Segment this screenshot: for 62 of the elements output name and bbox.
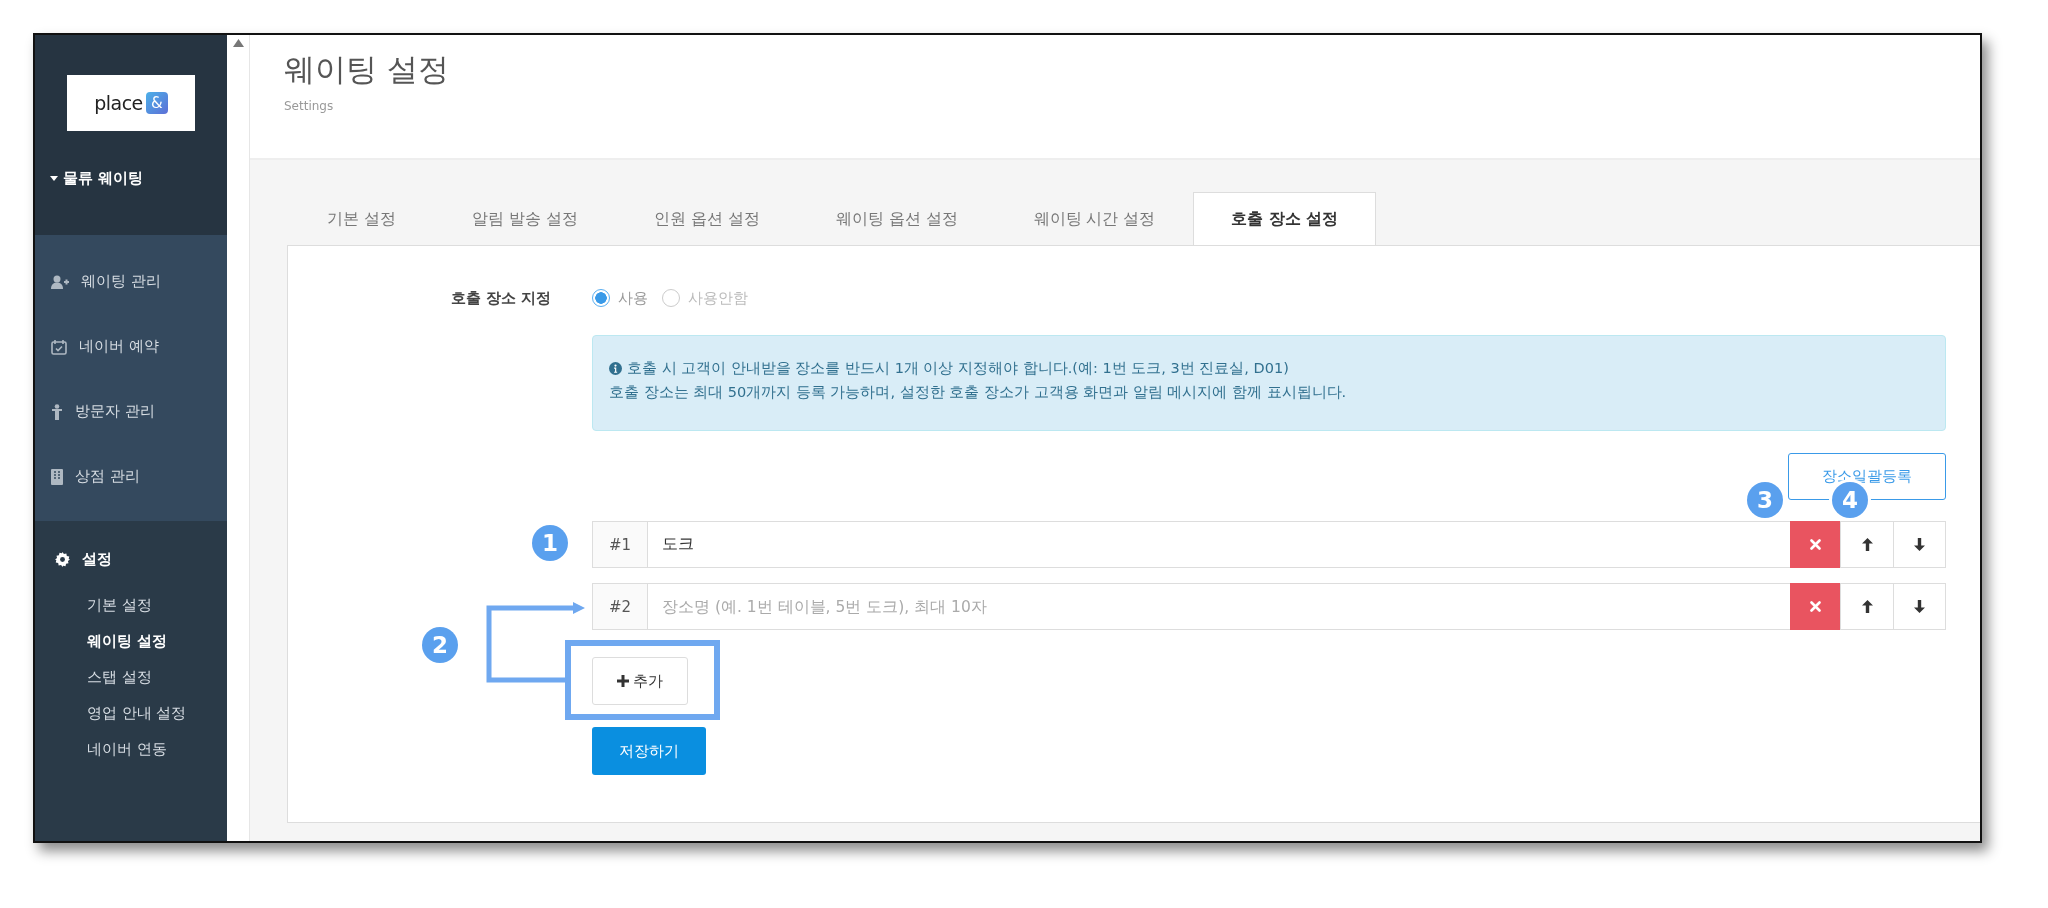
submenu-item[interactable]: 웨이팅 설정 [35, 632, 227, 651]
radio-label: 사용안함 [688, 288, 748, 308]
caret-icon [50, 176, 58, 181]
info-icon [609, 362, 622, 375]
step-badge: 4 [1832, 482, 1868, 518]
move-up-button[interactable] [1840, 583, 1893, 630]
plus-icon [617, 675, 629, 687]
tab[interactable]: 알림 발송 설정 [433, 192, 616, 245]
submenu-item[interactable]: 네이버 연동 [35, 740, 227, 759]
tab[interactable]: 웨이팅 옵션 설정 [797, 192, 996, 245]
arrow-down-icon [1914, 600, 1925, 613]
info-text: 호출 장소는 최대 50개까지 등록 가능하며, 설정한 호출 장소가 고객용 화면과 알림 메시지에 함께 표시됩니다. [609, 383, 1347, 402]
item-label: 네이버 예약 [79, 337, 159, 356]
page-title: 웨이팅 설정 [284, 50, 450, 89]
item-label: 설정 [82, 549, 112, 569]
close-icon [1809, 601, 1821, 612]
field-label: 호출 장소 지정 [449, 288, 551, 309]
item-label: 방문자 관리 [75, 402, 155, 421]
close-icon [1809, 539, 1821, 550]
move-down-button[interactable] [1893, 521, 1946, 568]
scroll-up-icon[interactable] [232, 39, 244, 47]
place-name-field[interactable]: 도크 [648, 521, 1790, 568]
person-icon [51, 403, 63, 420]
sidebar-item[interactable]: 방문자 관리 [35, 379, 227, 444]
move-down-button[interactable] [1893, 583, 1946, 630]
tab[interactable]: 인원 옵션 설정 [615, 192, 798, 245]
building-icon [51, 468, 63, 485]
radio-button[interactable] [592, 289, 610, 307]
step-badge: 1 [532, 525, 568, 561]
logo-mark: & [145, 92, 168, 114]
step-badge: 3 [1747, 482, 1783, 518]
move-up-button[interactable] [1840, 521, 1893, 568]
place-name-field[interactable]: 장소명 (예. 1번 테이블, 5번 도크), 최대 10자 [648, 583, 1790, 630]
gear-icon [55, 551, 70, 567]
info-text: 호출 시 고객이 안내받을 장소를 반드시 1개 이상 지정해야 합니다.(예: 1번 도크, 3번 진료실, D01) [627, 359, 1289, 378]
logo-text: place [94, 92, 143, 114]
submenu-item[interactable]: 영업 안내 설정 [35, 704, 227, 723]
radio-label: 사용 [618, 288, 648, 308]
sidebar-item[interactable]: 네이버 예약 [35, 314, 227, 379]
item-label: 상점 관리 [75, 467, 140, 486]
submenu-item[interactable]: 스탭 설정 [35, 668, 227, 687]
add-button[interactable]: 추가 [592, 657, 688, 705]
arrow-down-icon [1914, 538, 1925, 551]
delete-button[interactable] [1790, 583, 1840, 630]
sidebar-item[interactable]: 웨이팅 관리 [35, 249, 227, 314]
tab[interactable]: 웨이팅 시간 설정 [995, 192, 1194, 245]
row-number: #1 [592, 521, 648, 568]
sidebar-item[interactable]: 상점 관리 [35, 444, 227, 509]
sidebar-item[interactable]: 설정 [35, 539, 227, 579]
page-subtitle: Settings [284, 99, 335, 113]
item-label: 웨이팅 관리 [81, 272, 161, 291]
arrow-up-icon [1861, 600, 1873, 613]
submenu-item[interactable]: 기본 설정 [35, 596, 227, 615]
step-badge: 2 [422, 627, 458, 663]
tab[interactable]: 호출 장소 설정 [1193, 192, 1377, 245]
user-add-icon [51, 274, 69, 289]
arrow-up-icon [1861, 538, 1873, 551]
row-number: #2 [592, 583, 648, 630]
delete-button[interactable] [1790, 521, 1840, 568]
logo[interactable]: place & [67, 75, 195, 131]
calendar-icon [51, 338, 67, 355]
tab[interactable]: 기본 설정 [289, 192, 434, 245]
